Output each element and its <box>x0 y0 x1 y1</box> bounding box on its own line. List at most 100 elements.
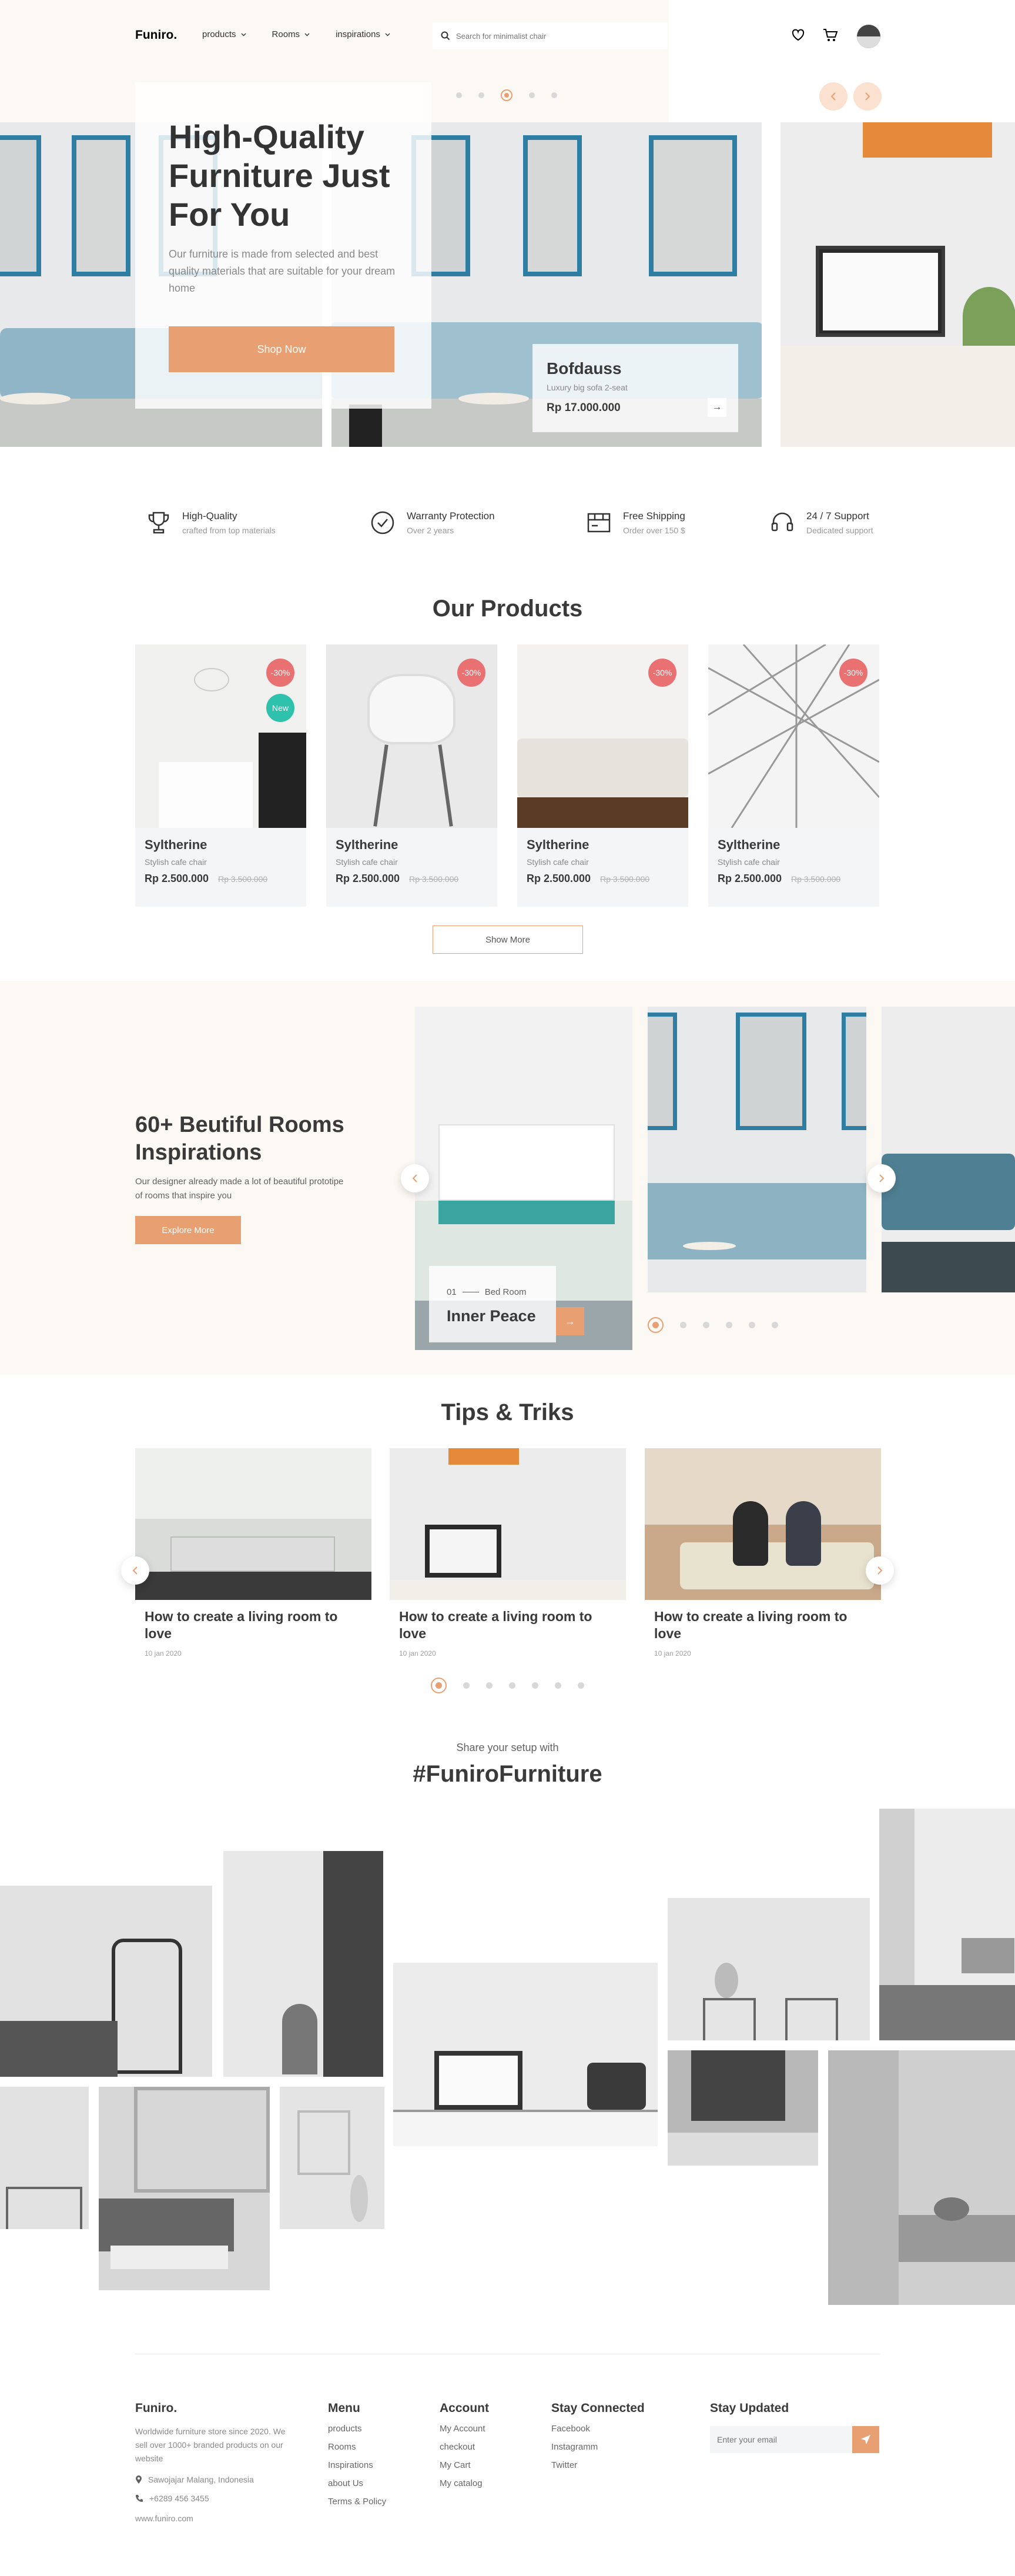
footer-link[interactable]: Terms & Policy <box>328 2497 386 2507</box>
tip-title: How to create a living room to love <box>399 1609 592 1641</box>
footer-connected-column: Stay Connected Facebook Instagramm Twitt… <box>551 2401 645 2470</box>
tips-prev-button[interactable] <box>121 1556 149 1585</box>
product-card[interactable]: -30% New Syltherine Stylish cafe chair R… <box>135 644 306 907</box>
carousel-dot[interactable] <box>486 1682 493 1689</box>
footer-column-title: Menu <box>328 2401 360 2415</box>
carousel-dot[interactable] <box>456 92 462 98</box>
room-image-3[interactable] <box>882 1007 1015 1292</box>
gallery-image[interactable] <box>393 1963 658 2146</box>
product-card[interactable]: -30% Syltherine Stylish cafe chair Rp 2.… <box>517 644 688 907</box>
gallery-image[interactable] <box>668 1898 870 2040</box>
carousel-dot[interactable] <box>749 1322 755 1328</box>
hero-product-arrow-button[interactable]: → <box>708 398 726 417</box>
hero-card: High-Quality Furniture Just For You Our … <box>135 82 431 409</box>
tip-card[interactable]: How to create a living room to love 10 j… <box>390 1448 626 1658</box>
footer-link[interactable]: My catalog <box>440 2478 489 2488</box>
carousel-dot[interactable] <box>463 1682 470 1689</box>
footer-address: Sawojajar Malang, Indonesia <box>135 2475 294 2484</box>
carousel-dot[interactable] <box>551 92 557 98</box>
chevron-left-icon <box>132 1566 138 1575</box>
explore-more-button[interactable]: Explore More <box>135 1216 241 1244</box>
feature-item: High-Quality crafted from top materials <box>147 510 370 535</box>
footer-link[interactable]: products <box>328 2424 386 2434</box>
product-old-price: Rp 3.500.000 <box>791 874 841 884</box>
feature-title: Free Shipping <box>623 510 685 522</box>
rooms-desc: Our designer already made a lot of beaut… <box>135 1177 344 1201</box>
avatar[interactable] <box>857 25 880 48</box>
gallery-image[interactable] <box>828 2050 1015 2305</box>
carousel-dot-active[interactable] <box>501 89 512 101</box>
carousel-dot[interactable] <box>680 1322 686 1328</box>
search-input[interactable] <box>456 22 656 49</box>
tip-card[interactable]: How to create a living room to love 10 j… <box>135 1448 371 1658</box>
carousel-dot[interactable] <box>478 92 484 98</box>
room-card-arrow-button[interactable]: → <box>556 1307 584 1335</box>
carousel-dot[interactable] <box>726 1322 732 1328</box>
chevron-right-icon <box>877 1566 883 1575</box>
rooms-prev-button[interactable] <box>401 1164 429 1192</box>
footer-link[interactable]: about Us <box>328 2478 386 2488</box>
tip-image <box>390 1448 626 1600</box>
carousel-dot[interactable] <box>578 1682 584 1689</box>
carousel-dot[interactable] <box>772 1322 778 1328</box>
footer-link[interactable]: Facebook <box>551 2424 645 2434</box>
product-price: Rp 2.500.000 <box>527 873 591 884</box>
hero-subtitle: Our furniture is made from selected and … <box>169 248 396 294</box>
send-button[interactable] <box>852 2426 879 2453</box>
footer-link[interactable]: Inspirations <box>328 2460 386 2470</box>
product-old-price: Rp 3.500.000 <box>600 874 650 884</box>
gallery-image[interactable] <box>879 1809 1015 2040</box>
carousel-dot-active[interactable] <box>648 1317 664 1333</box>
nav-rooms[interactable]: Rooms <box>272 29 310 39</box>
footer-address-text: Sawojajar Malang, Indonesia <box>148 2475 254 2484</box>
cart-icon[interactable] <box>823 28 838 42</box>
carousel-dot[interactable] <box>532 1682 538 1689</box>
footer-link[interactable]: Rooms <box>328 2442 386 2452</box>
gallery-image[interactable] <box>0 1886 212 2077</box>
footer-website-link[interactable]: www.funiro.com <box>135 2514 294 2523</box>
tip-card[interactable]: How to create a living room to love 10 j… <box>645 1448 881 1658</box>
product-card[interactable]: -30% Syltherine Stylish cafe chair Rp 2.… <box>326 644 497 907</box>
footer-link[interactable]: Twitter <box>551 2460 645 2470</box>
footer-link[interactable]: My Cart <box>440 2460 489 2470</box>
gallery-image[interactable] <box>0 2087 89 2229</box>
room-card-category: Bed Room <box>484 1287 527 1297</box>
feature-title: High-Quality <box>182 510 237 522</box>
product-card[interactable]: -30% Syltherine Stylish cafe chair Rp 2.… <box>708 644 879 907</box>
hero-prev-button[interactable] <box>819 82 847 111</box>
footer-link[interactable]: Instagramm <box>551 2442 645 2452</box>
feature-item: Warranty Protection Over 2 years <box>370 510 587 535</box>
feature-subtitle: Over 2 years <box>407 526 454 535</box>
room-image-2[interactable] <box>648 1007 866 1292</box>
support-icon <box>771 512 793 532</box>
carousel-dot[interactable] <box>703 1322 709 1328</box>
email-input[interactable] <box>710 2426 852 2453</box>
gallery-image[interactable] <box>280 2087 384 2229</box>
rooms-next-button[interactable] <box>867 1164 896 1192</box>
gallery-image[interactable] <box>99 2087 270 2290</box>
carousel-dot[interactable] <box>529 92 535 98</box>
gallery-image[interactable] <box>668 2050 818 2166</box>
footer-account-column: Account My Account checkout My Cart My c… <box>440 2401 489 2488</box>
footer-link[interactable]: checkout <box>440 2442 489 2452</box>
product-desc: Stylish cafe chair <box>527 857 589 867</box>
gallery-image[interactable] <box>223 1851 383 2077</box>
carousel-dot-active[interactable] <box>431 1678 447 1693</box>
carousel-dot[interactable] <box>509 1682 515 1689</box>
rooms-title: 60+ Beutiful Rooms Inspirations <box>135 1112 344 1165</box>
footer-link[interactable]: My Account <box>440 2424 489 2434</box>
nav-inspirations[interactable]: inspirations <box>336 29 390 39</box>
show-more-button[interactable]: Show More <box>433 926 583 954</box>
shop-now-button[interactable]: Shop Now <box>169 326 394 372</box>
nav-rooms-label: Rooms <box>272 29 300 39</box>
room-card-name: Inner Peace <box>447 1307 536 1325</box>
share-hashtag: #FuniroFurniture <box>413 1761 602 1787</box>
heart-icon[interactable] <box>791 28 805 41</box>
location-pin-icon <box>136 2475 142 2484</box>
carousel-dot[interactable] <box>555 1682 561 1689</box>
tips-next-button[interactable] <box>866 1556 894 1585</box>
hero-product-card[interactable]: Bofdauss Luxury big sofa 2-seat Rp 17.00… <box>532 344 738 432</box>
nav-products[interactable]: products <box>202 29 246 39</box>
logo[interactable]: Funiro. <box>135 28 177 42</box>
hero-next-button[interactable] <box>853 82 882 111</box>
